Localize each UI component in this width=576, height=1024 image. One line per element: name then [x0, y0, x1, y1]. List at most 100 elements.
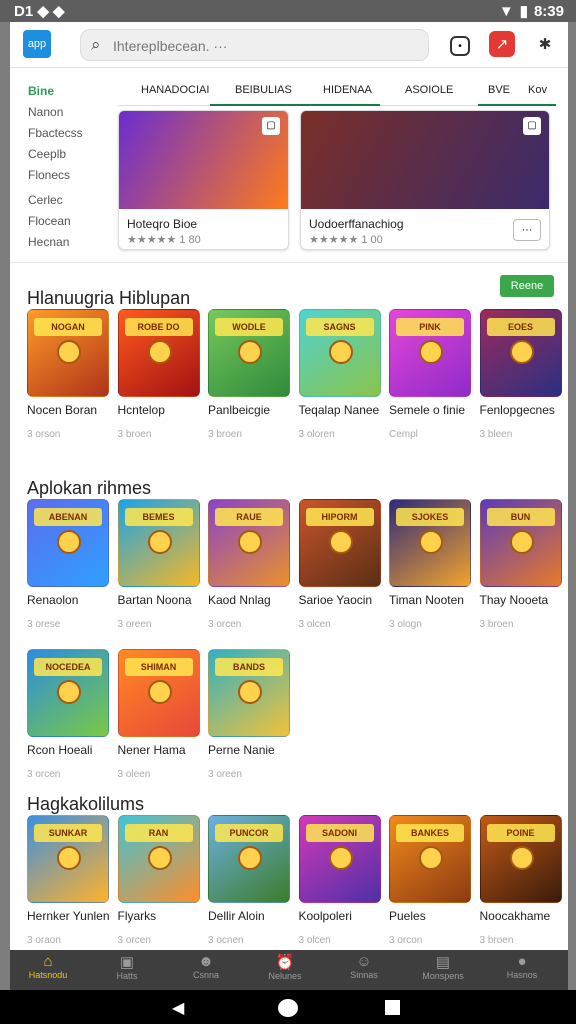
- divider: [10, 262, 568, 263]
- tab[interactable]: BEIBULIAS: [235, 84, 292, 96]
- game-icon-title: SJOKES: [396, 508, 464, 526]
- game-tile[interactable]: SUNKAR Hernker Yunlen 3 oraon: [27, 815, 110, 946]
- game-icon[interactable]: SJOKES: [389, 499, 471, 587]
- game-name: Renaolon: [27, 593, 79, 607]
- character-icon: [238, 846, 262, 870]
- nav-item[interactable]: ☺ Sinnas: [334, 953, 394, 980]
- game-tile[interactable]: ROBE DO Hcntelop 3 broen: [117, 309, 200, 440]
- game-tile[interactable]: EOES Fenlopgecnes 3 bleen: [479, 309, 562, 440]
- game-tile[interactable]: SADONI Koolpoleri 3 olcen: [298, 815, 381, 946]
- game-icon[interactable]: BANDS: [208, 649, 290, 737]
- sidebar-item[interactable]: Fbactecss: [28, 126, 83, 140]
- sidebar-item[interactable]: Flonecs: [28, 168, 70, 182]
- game-icon[interactable]: WODLE: [208, 309, 290, 397]
- more-button[interactable]: ···: [513, 219, 541, 241]
- game-name: Nocen Boran: [27, 403, 98, 417]
- game-subtext: 3 broen: [117, 429, 152, 440]
- game-subtext: Cempl: [389, 429, 418, 440]
- character-icon: [57, 846, 81, 870]
- nav-icon: ☺: [356, 953, 372, 970]
- back-icon[interactable]: ◀: [172, 998, 184, 1018]
- game-tile[interactable]: NOCEDEA Rcon Hoeali 3 orcen: [27, 649, 109, 780]
- tab[interactable]: ASOIOLE: [405, 84, 453, 96]
- sidebar-item[interactable]: Nanon: [28, 105, 63, 119]
- tab[interactable]: HANADOCIAI: [141, 84, 209, 96]
- game-icon[interactable]: SHIMAN: [117, 649, 200, 737]
- game-icon[interactable]: ROBE DO: [117, 309, 200, 397]
- app-logo[interactable]: app: [23, 30, 51, 58]
- settings-icon[interactable]: ✱: [532, 31, 558, 57]
- game-name: Hcntelop: [117, 403, 165, 417]
- sidebar-item[interactable]: Flocean: [28, 214, 71, 228]
- game-icon[interactable]: RAUE: [208, 499, 290, 587]
- sidebar-item[interactable]: Bine: [28, 84, 54, 98]
- game-name: Rcon Hoeali: [27, 743, 93, 757]
- game-icon[interactable]: PUNCOR: [208, 815, 290, 903]
- nav-item[interactable]: ▤ Monspens: [413, 953, 473, 981]
- game-tile[interactable]: HIPORM Sarioe Yaocin 3 olcen: [298, 499, 381, 630]
- game-tile[interactable]: NOGAN Nocen Boran 3 orson: [27, 309, 109, 440]
- game-icon[interactable]: HIPORM: [298, 499, 381, 587]
- game-icon[interactable]: SADONI: [298, 815, 381, 903]
- game-icon[interactable]: SUNKAR: [27, 815, 109, 903]
- game-icon[interactable]: BEMES: [117, 499, 200, 587]
- character-icon: [419, 340, 443, 364]
- game-icon[interactable]: NOCEDEA: [27, 649, 109, 737]
- nav-item[interactable]: ▣ Hatts: [97, 953, 157, 981]
- game-icon[interactable]: BUN: [479, 499, 562, 587]
- game-tile[interactable]: WODLE Panlbeicgie 3 broen: [208, 309, 290, 440]
- sidebar-item[interactable]: Ceeplb: [28, 147, 66, 161]
- game-name: Kaod Nnlag: [208, 593, 271, 607]
- game-tile[interactable]: RAN Flyarks 3 orcen: [117, 815, 200, 946]
- nav-item[interactable]: ⏰ Nelunes: [255, 953, 315, 981]
- game-subtext: 3 oreen: [208, 769, 242, 780]
- sidebar-item[interactable]: Hecnan: [28, 235, 69, 249]
- nav-item[interactable]: ⌂ Hatsnodu: [18, 953, 78, 980]
- tab[interactable]: HIDENAA: [323, 84, 372, 96]
- tab[interactable]: BVE: [488, 84, 510, 96]
- character-icon: [419, 846, 443, 870]
- search-input[interactable]: ⌕ Ihtereplbecean. ···: [80, 29, 429, 61]
- game-icon[interactable]: BANKES: [389, 815, 471, 903]
- game-icon[interactable]: PINK: [389, 309, 471, 397]
- game-tile[interactable]: SHIMAN Nener Hama 3 oleen: [117, 649, 200, 780]
- nav-icon: ⌂: [43, 953, 53, 970]
- home-icon[interactable]: [278, 999, 298, 1017]
- nav-icon: ⏰: [275, 954, 295, 971]
- game-icon[interactable]: ABENAN: [27, 499, 109, 587]
- tab[interactable]: Kov: [528, 84, 547, 96]
- game-icon[interactable]: SAGNS: [298, 309, 381, 397]
- tablet-icon[interactable]: •: [450, 36, 470, 56]
- recents-icon[interactable]: [385, 1000, 400, 1015]
- game-tile[interactable]: RAUE Kaod Nnlag 3 orcen: [208, 499, 290, 630]
- section-title: Aplokan rihmes: [27, 478, 152, 498]
- character-icon: [57, 680, 81, 704]
- game-tile[interactable]: BUN Thay Nooeta 3 broen: [479, 499, 562, 630]
- game-name: Bartan Noona: [117, 593, 192, 607]
- nav-item[interactable]: ● Hasnos: [492, 953, 552, 980]
- see-more-button[interactable]: Reene: [500, 275, 554, 297]
- game-tile[interactable]: ABENAN Renaolon 3 orese: [27, 499, 109, 630]
- game-tile[interactable]: BEMES Bartan Noona 3 oreen: [117, 499, 200, 630]
- bookmark-icon[interactable]: ▢: [262, 117, 280, 135]
- game-tile[interactable]: SAGNS Teqalap Nanee 3 oloren: [298, 309, 381, 440]
- bookmark-icon[interactable]: ▢: [523, 117, 541, 135]
- game-icon[interactable]: POINE: [479, 815, 562, 903]
- sidebar-item[interactable]: Cerlec: [28, 193, 63, 207]
- game-icon[interactable]: NOGAN: [27, 309, 109, 397]
- game-tile[interactable]: PUNCOR Dellir Aloin 3 ocnen: [208, 815, 290, 946]
- featured-card[interactable]: ▢ Uodoerffanachiog ★★★★★ 1 00 ···: [300, 110, 550, 250]
- featured-card[interactable]: ▢ Hoteqro Bioe ★★★★★ 1 80: [118, 110, 289, 250]
- game-tile[interactable]: BANKES Pueles 3 orcon: [389, 815, 471, 946]
- game-tile[interactable]: PINK Semele o finie Cempl: [389, 309, 471, 440]
- game-tile[interactable]: SJOKES Timan Nooten 3 ologn: [389, 499, 471, 630]
- nav-item[interactable]: ☻ Csnna: [176, 953, 236, 980]
- notification-icon[interactable]: ↗: [489, 31, 515, 57]
- game-tile[interactable]: POINE Noocakhame 3 broen: [479, 815, 562, 946]
- game-icon[interactable]: EOES: [479, 309, 562, 397]
- game-icon-title: EOES: [486, 318, 555, 336]
- game-tile[interactable]: BANDS Perne Nanie 3 oreen: [208, 649, 290, 780]
- game-icon[interactable]: RAN: [117, 815, 200, 903]
- game-icon-title: BANKES: [396, 824, 464, 842]
- game-name: Hernker Yunlen: [27, 909, 110, 923]
